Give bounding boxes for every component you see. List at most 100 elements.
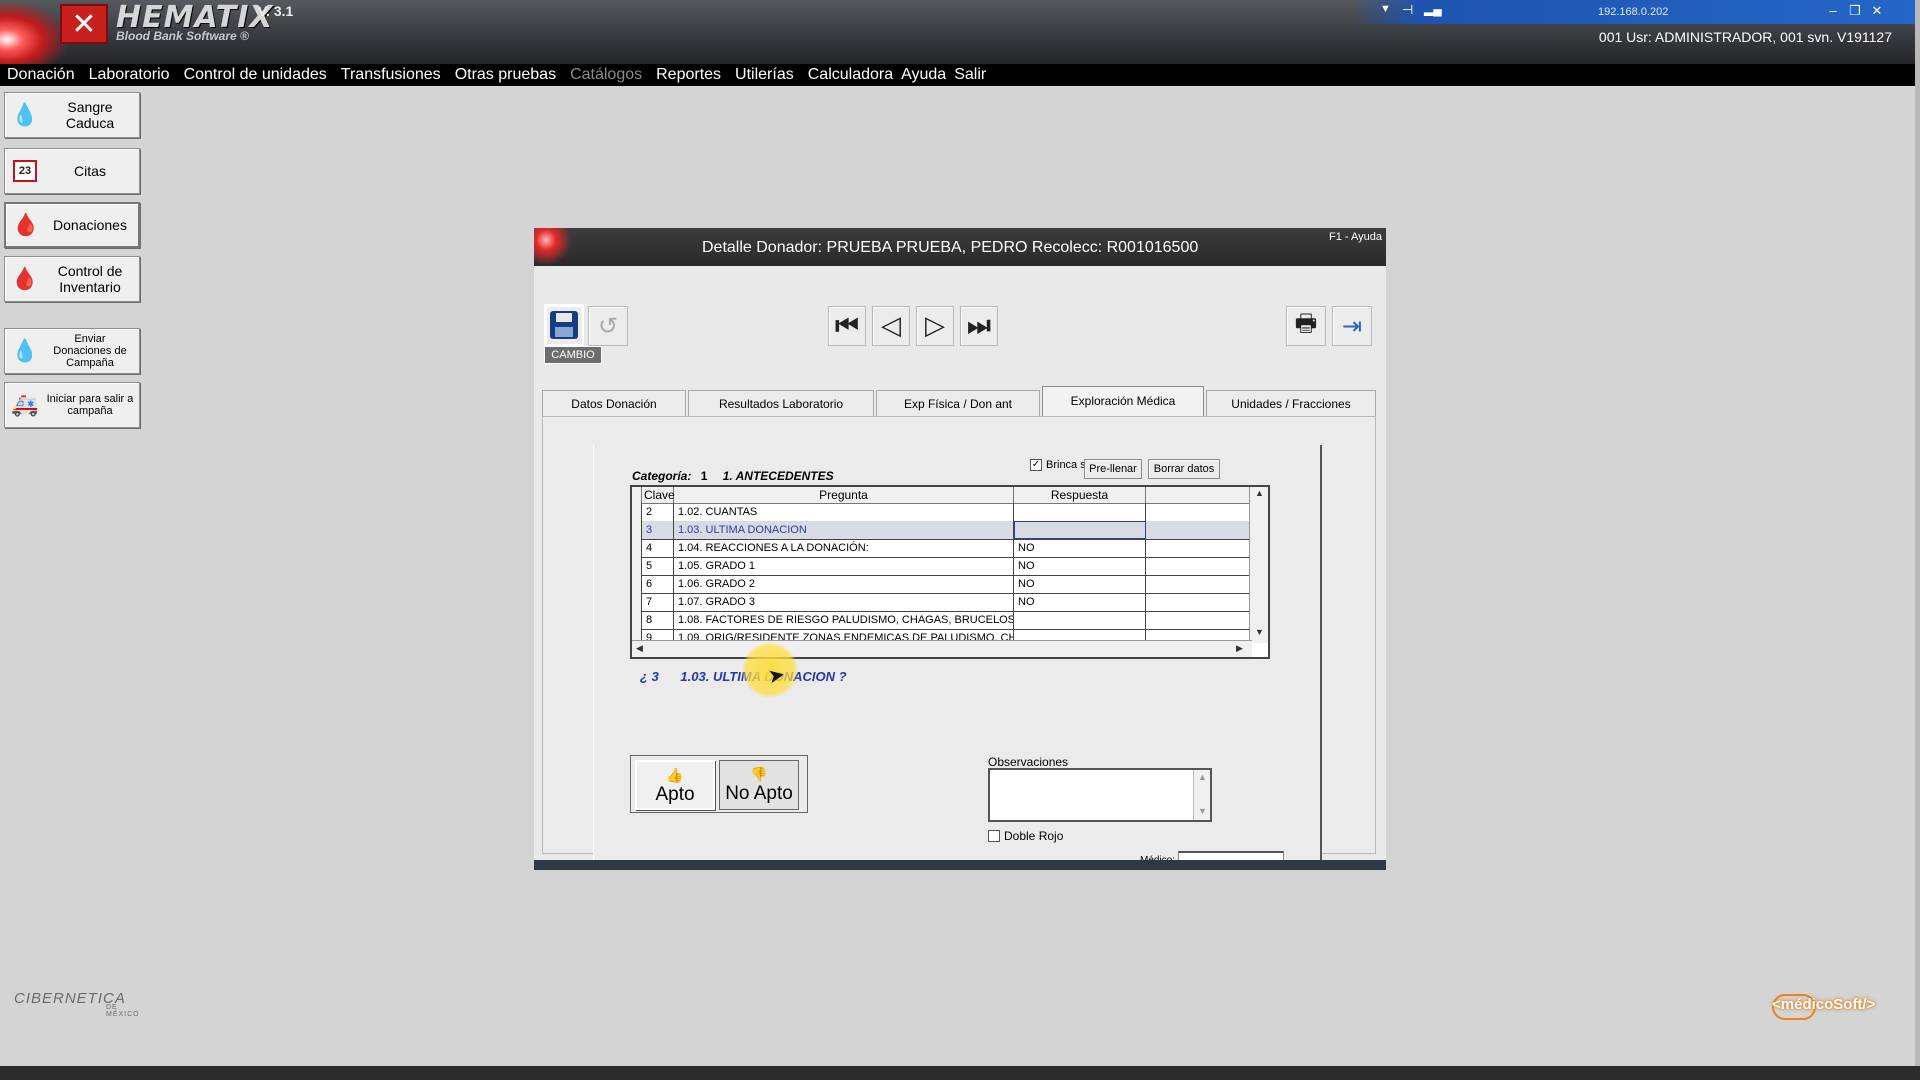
cell-pregunta: 1.02. CUANTAS xyxy=(674,503,1014,521)
first-record-button[interactable]: ⏮ xyxy=(828,306,866,346)
cell-respuesta[interactable] xyxy=(1014,521,1146,539)
menu-calculadora[interactable]: Calculadora xyxy=(808,66,893,84)
restore-icon[interactable]: ❐ xyxy=(1846,2,1864,20)
cell-respuesta[interactable] xyxy=(1014,503,1146,521)
bottom-strip xyxy=(0,1066,1920,1080)
dialog-logo-flare xyxy=(534,228,574,268)
scroll-up-icon[interactable]: ▲ xyxy=(1255,488,1264,498)
cell-pregunta: 1.05. GRADO 1 xyxy=(674,557,1014,575)
last-record-button[interactable]: ⏭ xyxy=(960,306,998,346)
table-row[interactable]: 3 1.03. ULTIMA DONACION xyxy=(632,521,1252,540)
minimize-icon[interactable]: – xyxy=(1824,2,1842,20)
tab-resultados-laboratorio[interactable]: Resultados Laboratorio xyxy=(688,390,874,416)
doble-rojo-label: Doble Rojo xyxy=(1004,829,1064,843)
detalle-donador-dialog: Detalle Donador: PRUEBA PRUEBA, PEDRO Re… xyxy=(534,228,1386,870)
scroll-up-icon[interactable]: ▲ xyxy=(1198,772,1207,782)
control-inventario-button[interactable]: 🩸 Control de Inventario xyxy=(4,256,140,302)
scroll-right-icon[interactable]: ▶ xyxy=(1236,643,1243,654)
row-selector[interactable] xyxy=(632,539,642,557)
menu-donacion[interactable]: Donación xyxy=(7,66,75,84)
pin-icon[interactable]: ⊣ xyxy=(1402,2,1413,18)
tab-exp-fisica[interactable]: Exp Física / Don ant xyxy=(876,390,1040,416)
prellenar-button[interactable]: Pre-llenar xyxy=(1084,459,1142,479)
table-row[interactable]: 8 1.08. FACTORES DE RIESGO PALUDISMO, CHA… xyxy=(632,611,1252,630)
question-prefix: ¿ 3 xyxy=(640,669,659,684)
save-button[interactable] xyxy=(544,304,584,346)
exit-door-icon: ⇥ xyxy=(1341,312,1363,340)
row-selector[interactable] xyxy=(632,503,642,521)
row-selector[interactable] xyxy=(632,521,642,539)
scroll-down-icon[interactable]: ▼ xyxy=(1198,806,1207,816)
citas-button[interactable]: 23 Citas xyxy=(4,148,140,194)
menu-control-unidades[interactable]: Control de unidades xyxy=(184,66,327,84)
category-name: 1. ANTECEDENTES xyxy=(722,469,834,483)
last-icon: ⏭ xyxy=(967,310,991,341)
donaciones-label: Donaciones xyxy=(53,217,127,233)
cell-respuesta[interactable]: NO xyxy=(1014,575,1146,593)
brinca-solo-check-icon[interactable]: ✓ xyxy=(1030,459,1042,471)
table-row[interactable]: 5 1.05. GRADO 1 NO xyxy=(632,557,1252,576)
menu-utilerias[interactable]: Utilerías xyxy=(735,66,794,84)
row-selector[interactable] xyxy=(632,611,642,629)
apto-button[interactable]: 👍 Apto xyxy=(635,760,715,810)
exit-button[interactable]: ⇥ xyxy=(1332,306,1372,346)
sangre-caduca-button[interactable]: 💧 Sangre Caduca xyxy=(4,92,140,138)
undo-icon: ↺ xyxy=(597,312,619,340)
hematix-logo-icon: ✕ xyxy=(60,4,108,44)
table-row[interactable]: 7 1.07. GRADO 3 NO xyxy=(632,593,1252,612)
menu-ayuda[interactable]: Ayuda xyxy=(901,66,946,84)
tab-exploracion-medica[interactable]: Exploración Médica xyxy=(1042,386,1204,416)
menu-transfusiones[interactable]: Transfusiones xyxy=(341,66,441,84)
cell-clave: 7 xyxy=(642,593,674,611)
floppy-disk-icon xyxy=(550,311,578,339)
row-selector[interactable] xyxy=(632,557,642,575)
row-selector[interactable] xyxy=(632,575,642,593)
undo-button[interactable]: ↺ xyxy=(588,306,628,346)
scroll-left-icon[interactable]: ◀ xyxy=(636,643,643,654)
header-clave[interactable]: Clave xyxy=(642,487,675,503)
grid-vertical-scrollbar[interactable]: ▲ ▼ xyxy=(1249,487,1268,643)
doble-rojo-checkbox[interactable]: Doble Rojo xyxy=(988,829,1063,843)
iniciar-campana-button[interactable]: 🚑 Iniciar para salir a campaña xyxy=(4,382,140,428)
doble-rojo-check-icon[interactable] xyxy=(988,830,1000,842)
grid-horizontal-scrollbar[interactable]: ◀ ▶ xyxy=(632,640,1252,657)
dropdown-icon[interactable]: ▼ xyxy=(1380,3,1391,15)
enviar-campana-button[interactable]: 💧 Enviar Donaciones de Campaña xyxy=(4,328,140,374)
cell-pregunta: 1.06. GRADO 2 xyxy=(674,575,1014,593)
row-selector[interactable] xyxy=(632,593,642,611)
menu-catalogos[interactable]: Catálogos xyxy=(570,66,642,84)
cell-clave: 8 xyxy=(642,611,674,629)
close-icon[interactable]: ✕ xyxy=(1868,2,1886,20)
observaciones-textarea[interactable]: ▲ ▼ xyxy=(988,768,1212,822)
tab-datos-donacion[interactable]: Datos Donación xyxy=(542,390,686,416)
dialog-bottom-bar xyxy=(534,860,1386,870)
table-row[interactable]: 4 1.04. REACCIONES A LA DONACIÓN: NO xyxy=(632,539,1252,558)
print-button[interactable]: 🖶 xyxy=(1286,306,1326,346)
previous-record-button[interactable]: ◁ xyxy=(872,306,910,346)
menu-laboratorio[interactable]: Laboratorio xyxy=(89,66,170,84)
table-row[interactable]: 6 1.06. GRADO 2 NO xyxy=(632,575,1252,594)
header-respuesta[interactable]: Respuesta xyxy=(1014,487,1146,503)
cell-respuesta[interactable] xyxy=(1014,611,1146,629)
observaciones-scrollbar[interactable]: ▲ ▼ xyxy=(1193,770,1210,820)
header-pregunta[interactable]: Pregunta xyxy=(674,487,1014,503)
tab-unidades-fracciones[interactable]: Unidades / Fracciones xyxy=(1206,390,1376,416)
next-record-button[interactable]: ▷ xyxy=(916,306,954,346)
cell-respuesta[interactable]: NO xyxy=(1014,593,1146,611)
menu-salir[interactable]: Salir xyxy=(954,66,986,84)
apto-frame: 👍 Apto 👎 No Apto xyxy=(630,755,808,813)
cell-clave: 4 xyxy=(642,539,674,557)
no-apto-button[interactable]: 👎 No Apto xyxy=(719,760,799,810)
cell-respuesta[interactable]: NO xyxy=(1014,557,1146,575)
borrar-datos-button[interactable]: Borrar datos xyxy=(1148,459,1220,479)
scroll-down-icon[interactable]: ▼ xyxy=(1255,627,1264,637)
table-row[interactable]: 2 1.02. CUANTAS xyxy=(632,503,1252,522)
user-info: 001 Usr: ADMINISTRADOR, 001 svn. V191127 xyxy=(1598,29,1892,45)
donaciones-button[interactable]: 🩸 Donaciones xyxy=(4,202,140,248)
menu-reportes[interactable]: Reportes xyxy=(656,66,721,84)
cell-respuesta[interactable]: NO xyxy=(1014,539,1146,557)
signal-icon: ▂▄ xyxy=(1424,2,1442,16)
thumbs-up-icon: 👍 xyxy=(666,767,684,783)
menu-otras-pruebas[interactable]: Otras pruebas xyxy=(455,66,556,84)
cell-pregunta: 1.04. REACCIONES A LA DONACIÓN: xyxy=(674,539,1014,557)
